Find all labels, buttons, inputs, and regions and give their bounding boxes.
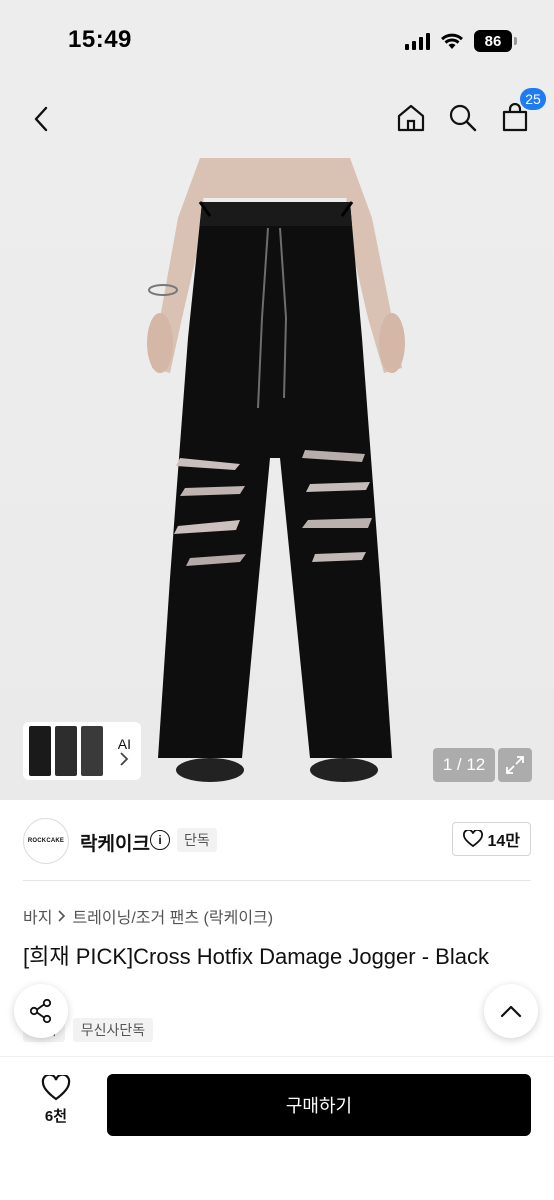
scroll-up-button[interactable] (484, 984, 538, 1038)
product-tag: 무신사단독 (72, 1018, 154, 1042)
status-time: 15:49 (68, 26, 132, 53)
product-image-gallery[interactable]: AI 1 / 12 (0, 158, 554, 800)
expand-image-button[interactable] (498, 748, 532, 782)
breadcrumb-subcategory[interactable]: 트레이닝/조거 팬츠 (락케이크) (72, 904, 273, 928)
wishlist-count: 6천 (44, 1108, 68, 1125)
exclusive-badge: 단독 (177, 828, 217, 852)
brand-like-button[interactable]: 14만 (452, 822, 531, 856)
ai-label-group: AI (118, 736, 135, 766)
divider (23, 880, 531, 881)
info-icon[interactable]: i (150, 830, 170, 850)
share-icon (29, 998, 52, 1024)
ai-similar-items-button[interactable]: AI (23, 722, 141, 780)
thumbnail-image (81, 726, 103, 776)
wishlist-button[interactable]: 6천 (30, 1075, 82, 1126)
buy-button[interactable]: 구매하기 (107, 1074, 531, 1136)
battery-indicator: 86 (474, 30, 517, 52)
status-bar: 15:49 86 (0, 0, 554, 80)
heart-icon (41, 1075, 71, 1101)
thumbnail-image (55, 726, 77, 776)
brand-row: ROCKCAKE 락케이크 i 단독 14만 (0, 810, 554, 872)
header-actions: 25 (394, 88, 546, 136)
bottom-action-bar: 6천 구매하기 (0, 1056, 554, 1200)
signal-icon (405, 32, 430, 50)
thumbnail-image (29, 726, 51, 776)
header: 25 (0, 80, 554, 158)
brand-logo[interactable]: ROCKCAKE (23, 818, 69, 864)
heart-icon (463, 830, 484, 848)
cart-count-badge: 25 (520, 88, 546, 110)
breadcrumb: 바지 트레이닝/조거 팬츠 (락케이크) (23, 904, 273, 928)
product-photo (147, 158, 405, 782)
share-button[interactable] (14, 984, 68, 1038)
home-icon (397, 104, 425, 132)
breadcrumb-category[interactable]: 바지 (23, 904, 52, 928)
image-page-counter: 1 / 12 (433, 748, 495, 782)
cart-button[interactable]: 25 (498, 88, 546, 136)
chevron-left-icon (34, 106, 48, 132)
chevron-up-icon (500, 1005, 522, 1018)
chevron-right-icon (58, 910, 66, 922)
product-title: [희재 PICK]Cross Hotfix Damage Jogger - Bl… (23, 944, 489, 969)
home-button[interactable] (394, 100, 428, 136)
status-icons: 86 (405, 30, 517, 52)
ai-label: AI (117, 736, 131, 752)
chevron-right-icon (120, 752, 129, 766)
search-button[interactable] (446, 100, 480, 136)
expand-icon (506, 756, 524, 774)
brand-name[interactable]: 락케이크 (80, 829, 150, 856)
brand-like-count: 14만 (487, 833, 520, 850)
wifi-icon (441, 33, 463, 49)
back-button[interactable] (24, 102, 58, 136)
search-icon (449, 104, 477, 132)
